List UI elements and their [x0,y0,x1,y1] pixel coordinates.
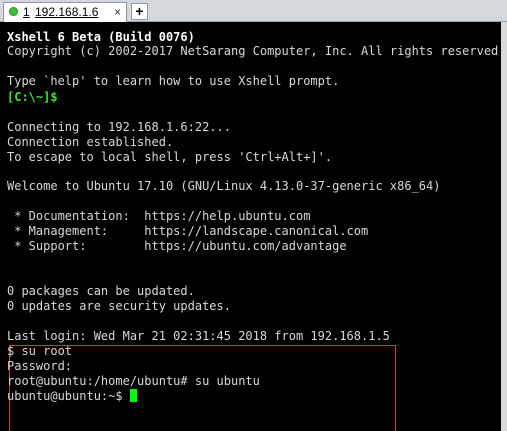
terminal-line: Connection established. [7,135,174,149]
terminal-line: root@ubuntu:/home/ubuntu# su ubuntu [7,374,260,388]
terminal-line: 0 packages can be updated. [7,284,195,298]
scrollbar[interactable] [501,22,507,431]
session-tab[interactable]: 1 192.168.1.6 × [3,2,127,22]
shell-prompt: ubuntu@ubuntu:~$ [7,389,130,403]
terminal-line: To escape to local shell, press 'Ctrl+Al… [7,150,333,164]
shell-prompt-line: ubuntu@ubuntu:~$ [7,389,137,404]
terminal-line: Copyright (c) 2002-2017 NetSarang Comput… [7,44,506,58]
terminal-line: * Documentation: https://help.ubuntu.com [7,209,311,223]
terminal-line: Type `help' to learn how to use Xshell p… [7,74,340,88]
tab-host-label: 192.168.1.6 [35,5,99,19]
terminal-cursor [129,389,137,402]
terminal-line: Connecting to 192.168.1.6:22... [7,120,231,134]
connected-status-icon [9,7,18,16]
terminal-line: * Management: https://landscape.canonica… [7,224,369,238]
terminal-line: Last login: Wed Mar 21 02:31:45 2018 fro… [7,329,390,343]
terminal-line: $ su root [7,344,73,358]
tab-number: 1 [23,5,30,19]
close-icon[interactable]: × [114,4,121,20]
terminal-line: 0 updates are security updates. [7,299,231,313]
tab-bar: 1 192.168.1.6 × + [0,0,507,22]
local-prompt: [C:\~]$ [7,90,58,104]
terminal-output[interactable]: Xshell 6 Beta (Build 0076) Copyright (c)… [7,23,506,431]
terminal-line: Password: [7,359,73,373]
xshell-window: 1 192.168.1.6 × + Xshell 6 Beta (Build 0… [0,0,507,431]
terminal-line: Xshell 6 Beta (Build 0076) [7,30,195,44]
new-tab-button[interactable]: + [131,3,148,20]
terminal-line: Welcome to Ubuntu 17.10 (GNU/Linux 4.13.… [7,179,441,193]
terminal-line: * Support: https://ubuntu.com/advantage [7,239,347,253]
